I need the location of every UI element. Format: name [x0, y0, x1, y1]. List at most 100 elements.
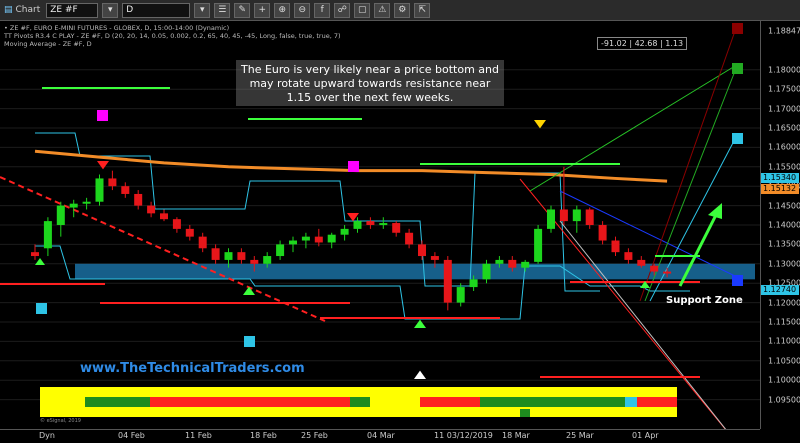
study-legend: • ZE #F, EURO E-MINI FUTURES - GLOBEX, D…: [4, 24, 341, 48]
buy-signal-marker: [414, 370, 426, 379]
price-tick-label: 1.13500: [768, 239, 800, 249]
expand-icon[interactable]: ⇱: [414, 2, 431, 18]
candle-body: [327, 234, 336, 243]
alert-icon[interactable]: ⚠: [374, 2, 391, 18]
legend-line-symbol: • ZE #F, EURO E-MINI FUTURES - GLOBEX, D…: [4, 24, 230, 32]
candle-body: [276, 244, 285, 257]
indicator-bar-top: [40, 387, 677, 397]
date-tick-label: 18 Feb: [250, 431, 277, 440]
candle-body: [585, 209, 594, 225]
price-tick-label: 1.18000: [768, 65, 800, 75]
signal-square: [244, 336, 255, 347]
zoom-out-icon[interactable]: ⊖: [294, 2, 311, 18]
indicator-bar-segment: [370, 397, 420, 407]
date-tick-label: 01 Apr: [632, 431, 659, 440]
price-axis[interactable]: 1.18847 1.18000 1.17500 1.17000 1.16500 1.160…: [760, 21, 800, 429]
candle-body: [134, 193, 143, 206]
candle-body: [198, 236, 207, 249]
price-tick-label: 1.15500: [768, 162, 800, 172]
buy-signal-marker: [243, 286, 255, 295]
price-tick-label: 1.16000: [768, 142, 800, 152]
template-icon[interactable]: ▢: [354, 2, 371, 18]
analysis-note: The Euro is very likely near a price bot…: [236, 60, 504, 106]
price-tick-label: 1.16500: [768, 123, 800, 133]
buy-signal-marker: [35, 258, 45, 265]
signal-square: [97, 110, 108, 121]
candle-body: [301, 236, 310, 241]
candle-body: [31, 252, 39, 257]
value-readout: -91.02 | 42.68 | 1.13: [597, 37, 688, 50]
copyright-text: © eSignal, 2019: [40, 418, 81, 424]
symbol-dropdown-icon[interactable]: ▾: [102, 2, 119, 18]
price-tick-label: 1.09500: [768, 395, 800, 405]
price-tick-label: 1.17000: [768, 104, 800, 114]
candle-body: [534, 228, 543, 262]
target-line: [559, 190, 736, 277]
interval-dropdown-icon[interactable]: ▾: [194, 2, 211, 18]
indicator-icon[interactable]: f: [314, 2, 331, 18]
candle-body: [405, 232, 414, 245]
indicator-bar-segment: [40, 397, 85, 407]
candle-body: [289, 240, 297, 245]
candle-body: [121, 186, 130, 194]
settings-icon[interactable]: ⚙: [394, 2, 411, 18]
indicator-bar-segment: [480, 397, 625, 407]
link-icon[interactable]: ☍: [334, 2, 351, 18]
date-tick-label: 04 Feb: [118, 431, 145, 440]
chart-icon: ▤: [4, 5, 13, 15]
interval-input[interactable]: D: [122, 2, 191, 18]
buy-signal-marker: [414, 319, 426, 328]
candle-body: [172, 219, 181, 229]
signal-square: [732, 23, 743, 34]
zoom-in-icon[interactable]: ⊕: [274, 2, 291, 18]
candle-body: [663, 271, 672, 274]
price-tag: 1.12740: [761, 285, 799, 295]
signal-square: [732, 63, 743, 74]
signal-square: [732, 275, 743, 286]
date-tick-label: Dyn: [39, 431, 55, 440]
price-tick-label: 1.17500: [768, 84, 800, 94]
price-tick-label: 1.18847: [768, 26, 800, 36]
candle-body: [366, 221, 375, 225]
candle-body: [598, 225, 607, 241]
support-zone-label: Support Zone: [666, 295, 743, 306]
crosshair-icon[interactable]: +: [254, 2, 271, 18]
candle-body: [314, 236, 323, 243]
price-tick-label: 1.14000: [768, 220, 800, 230]
window-title-label: Chart: [15, 5, 41, 15]
indicator-bar-segment: [637, 397, 677, 407]
date-tick-label: 25 Feb: [301, 431, 328, 440]
candle-body: [43, 221, 52, 249]
date-tick-label: 18 Mar: [502, 431, 530, 440]
candle-body: [95, 178, 104, 202]
price-tick-label: 1.11000: [768, 336, 800, 346]
signal-square: [348, 161, 359, 172]
candle-body: [650, 265, 659, 272]
candle-body: [521, 261, 530, 268]
indicator-bar-segment: [150, 397, 350, 407]
draw-tools-icon[interactable]: ✎: [234, 2, 251, 18]
price-tag: 1.15132: [761, 184, 799, 194]
date-axis[interactable]: Dyn 04 Feb 11 Feb 18 Feb 25 Feb 04 Mar 11 03/1…: [0, 429, 760, 443]
price-tick-label: 1.11500: [768, 317, 800, 327]
price-tick-label: 1.14500: [768, 201, 800, 211]
indicator-bar-segment: [420, 397, 480, 407]
price-tag: 1.15340: [761, 173, 799, 183]
candle-body: [547, 209, 555, 229]
candle-body: [108, 178, 117, 187]
candle-body: [469, 279, 478, 288]
candle-body: [147, 205, 156, 214]
date-tick-label: 04 Mar: [367, 431, 395, 440]
candle-body: [443, 259, 452, 303]
website-text: www.TheTechnicalTraders.com: [80, 361, 305, 376]
symbol-input[interactable]: ZE #F: [46, 2, 99, 18]
candle-body: [482, 263, 491, 280]
candle-body: [572, 209, 581, 222]
candle-body: [456, 287, 465, 303]
bar-style-icon[interactable]: ☰: [214, 2, 231, 18]
price-tick-label: 1.10500: [768, 356, 800, 366]
sell-signal-marker: [97, 161, 109, 170]
date-tick-label: 11 Feb: [185, 431, 212, 440]
candle-body: [392, 223, 401, 233]
indicator-bar-segment: [85, 397, 150, 407]
